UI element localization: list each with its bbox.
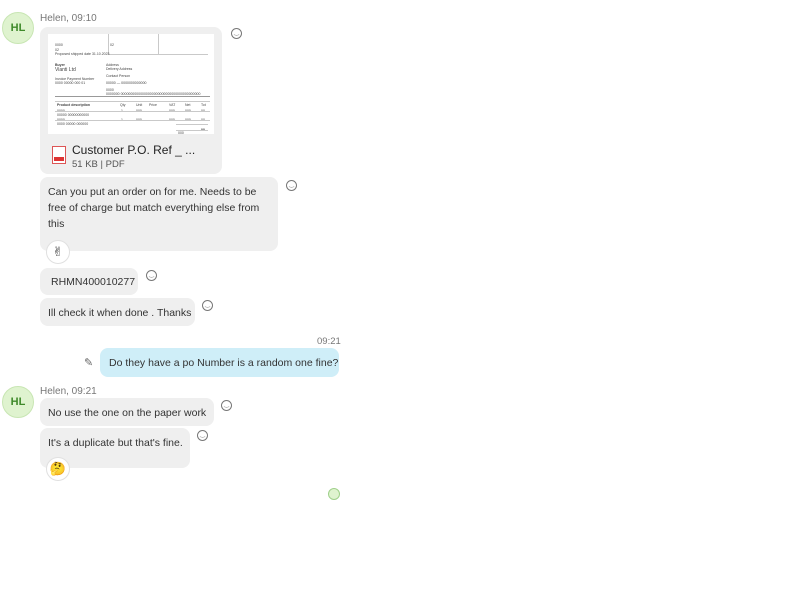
smiley-icon[interactable]: ‿ [231, 28, 242, 39]
attachment-message[interactable]: 0000 02 Proposed shipped date 31.10.2023… [40, 27, 222, 174]
smiley-icon[interactable]: ‿ [197, 430, 208, 441]
message-text: Ill check it when done . Thanks [48, 307, 192, 319]
outgoing-message[interactable]: Do they have a po Number is a random one… [100, 348, 339, 377]
read-receipt-avatar [328, 488, 340, 500]
pdf-file-icon [52, 146, 66, 164]
message-text: Can you put an order on for me. Needs to… [48, 186, 260, 230]
message-time: 09:21 [317, 336, 341, 347]
sender-avatar[interactable]: HL [2, 386, 34, 418]
message-text: RHMN400010277 [51, 276, 136, 288]
chat-message[interactable]: No use the one on the paper work [40, 398, 214, 426]
sender-avatar[interactable]: HL [2, 12, 34, 44]
message-text: It's a duplicate but that's fine. [48, 437, 183, 449]
message-text: Do they have a po Number is a random one… [109, 357, 339, 369]
reaction-victory-icon[interactable]: ✌ [46, 240, 70, 264]
sender-name-time: Helen, 09:21 [40, 386, 97, 397]
smiley-icon[interactable]: ‿ [286, 180, 297, 191]
smiley-icon[interactable]: ‿ [221, 400, 232, 411]
smiley-icon[interactable]: ‿ [202, 300, 213, 311]
smiley-icon[interactable]: ‿ [146, 270, 157, 281]
chat-message[interactable]: Can you put an order on for me. Needs to… [40, 177, 278, 251]
message-text: No use the one on the paper work [48, 407, 207, 419]
attachment-file-name[interactable]: Customer P.O. Ref _ ... [72, 142, 195, 158]
pdf-preview-thumbnail[interactable]: 0000 02 Proposed shipped date 31.10.2023… [48, 34, 214, 135]
reaction-thinking-icon[interactable]: 🤔 [46, 457, 70, 481]
pencil-icon[interactable]: ✎ [84, 356, 93, 369]
attachment-file-meta: 51 KB | PDF [72, 159, 125, 170]
chat-message[interactable]: Ill check it when done . Thanks [40, 298, 195, 326]
chat-message[interactable]: RHMN400010277 [40, 268, 138, 295]
sender-name-time: Helen, 09:10 [40, 13, 97, 24]
